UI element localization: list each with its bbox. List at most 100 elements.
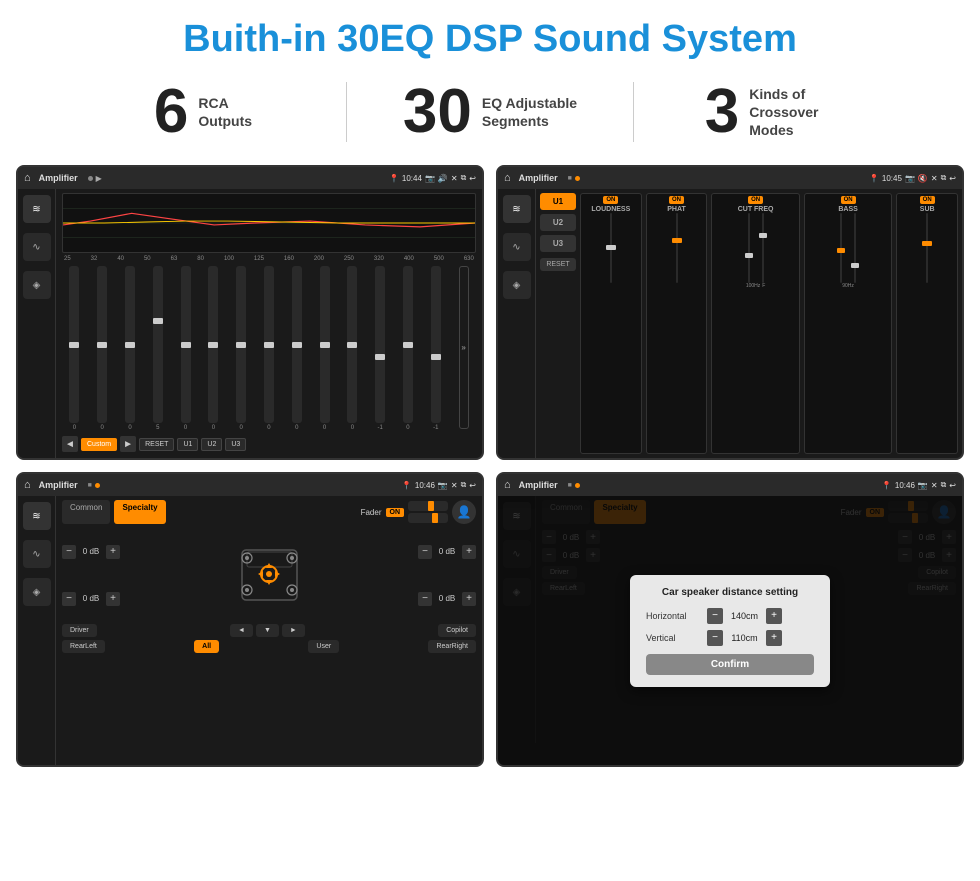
eq-slider-12: -1 bbox=[368, 266, 393, 431]
fader-h-slider-2[interactable] bbox=[408, 513, 448, 523]
eq-slider-handle-4 bbox=[153, 318, 163, 324]
eq-slider-track-3[interactable] bbox=[125, 266, 135, 423]
fader-tab-specialty[interactable]: Specialty bbox=[114, 500, 165, 524]
eq-slider-track-14[interactable] bbox=[431, 266, 441, 423]
fader-down-arrow[interactable]: ▼ bbox=[256, 624, 279, 637]
eq-u2-button[interactable]: U2 bbox=[201, 438, 222, 451]
dialog-vertical-label: Vertical bbox=[646, 633, 701, 643]
eq-slider-track-11[interactable] bbox=[347, 266, 357, 423]
fader-copilot-button[interactable]: Copilot bbox=[438, 624, 476, 637]
fader-left-arrow[interactable]: ◄ bbox=[230, 624, 253, 637]
status-dot-orange bbox=[575, 176, 580, 181]
eq-more-indicator[interactable]: » bbox=[459, 266, 469, 429]
eq-slider-1: 0 bbox=[62, 266, 87, 431]
fader-side-btn-3[interactable]: ◈ bbox=[23, 578, 51, 606]
cutfreq-slider-g bbox=[743, 213, 755, 283]
fader-side-btn-2[interactable]: ∿ bbox=[23, 540, 51, 568]
eq-side-btn-3[interactable]: ◈ bbox=[23, 271, 51, 299]
eq-next-button[interactable]: ► bbox=[120, 436, 136, 452]
eq-u3-button[interactable]: U3 bbox=[225, 438, 246, 451]
crossover-back-icon[interactable]: ↩ bbox=[949, 174, 956, 183]
dialog-back-icon[interactable]: ↩ bbox=[949, 481, 956, 490]
fader-driver-button[interactable]: Driver bbox=[62, 624, 97, 637]
cutfreq-sliders bbox=[743, 213, 769, 283]
crossover-u2-button[interactable]: U2 bbox=[540, 214, 576, 231]
dialog-horizontal-minus[interactable]: − bbox=[707, 608, 723, 624]
dialog-horizontal-stepper: − 140cm + bbox=[707, 608, 782, 624]
eq-u1-button[interactable]: U1 bbox=[177, 438, 198, 451]
eq-slider-track-6[interactable] bbox=[208, 266, 218, 423]
crossover-side-btn-1[interactable]: ≋ bbox=[503, 195, 531, 223]
eq-slider-track-9[interactable] bbox=[292, 266, 302, 423]
fader-right-arrow[interactable]: ► bbox=[282, 624, 305, 637]
eq-custom-button[interactable]: Custom bbox=[81, 438, 117, 451]
fader-vol-br-plus[interactable]: + bbox=[462, 592, 476, 606]
eq-slider-track-4[interactable] bbox=[153, 266, 163, 423]
cutfreq-freq-labels: 100HzF bbox=[746, 283, 766, 289]
fader-rearleft-button[interactable]: RearLeft bbox=[62, 640, 105, 653]
fader-all-button[interactable]: All bbox=[194, 640, 219, 653]
fader-vol-tl-minus[interactable]: − bbox=[62, 545, 76, 559]
bass-on-badge[interactable]: ON bbox=[841, 196, 856, 204]
dialog-home-icon[interactable]: ⌂ bbox=[504, 479, 511, 491]
fader-tab-common[interactable]: Common bbox=[62, 500, 110, 524]
crossover-reset-button[interactable]: RESET bbox=[540, 258, 576, 271]
sub-on-badge[interactable]: ON bbox=[920, 196, 935, 204]
eq-slider-handle-10 bbox=[320, 342, 330, 348]
crossover-home-icon[interactable]: ⌂ bbox=[504, 172, 511, 184]
eq-slider-track-8[interactable] bbox=[264, 266, 274, 423]
fader-vol-tr-minus[interactable]: − bbox=[418, 545, 432, 559]
fader-vol-tr-plus[interactable]: + bbox=[462, 545, 476, 559]
fader-vol-tl-plus[interactable]: + bbox=[106, 545, 120, 559]
eq-slider-handle-3 bbox=[125, 342, 135, 348]
home-icon[interactable]: ⌂ bbox=[24, 172, 31, 184]
fader-vol-bl-minus[interactable]: − bbox=[62, 592, 76, 606]
eq-side-btn-2[interactable]: ∿ bbox=[23, 233, 51, 261]
eq-side-btn-1[interactable]: ≋ bbox=[23, 195, 51, 223]
fader-user-icon-btn[interactable]: 👤 bbox=[452, 500, 476, 524]
fader-h-slider-1[interactable] bbox=[408, 501, 448, 511]
eq-slider-track-5[interactable] bbox=[181, 266, 191, 423]
crossover-side-btn-2[interactable]: ∿ bbox=[503, 233, 531, 261]
fader-back-icon[interactable]: ↩ bbox=[469, 481, 476, 490]
dialog-sound-icon: ✕ bbox=[931, 481, 938, 490]
eq-slider-track-13[interactable] bbox=[403, 266, 413, 423]
fader-toggle-on[interactable]: ON bbox=[386, 508, 405, 517]
dialog-horizontal-plus[interactable]: + bbox=[766, 608, 782, 624]
eq-prev-button[interactable]: ◄ bbox=[62, 436, 78, 452]
back-icon[interactable]: ↩ bbox=[469, 174, 476, 183]
crossover-u1-button[interactable]: U1 bbox=[540, 193, 576, 210]
phat-on-badge[interactable]: ON bbox=[669, 196, 684, 204]
eq-slider-track-7[interactable] bbox=[236, 266, 246, 423]
crossover-side-btn-3[interactable]: ◈ bbox=[503, 271, 531, 299]
eq-slider-11: 0 bbox=[340, 266, 365, 431]
dialog-vertical-minus[interactable]: − bbox=[707, 630, 723, 646]
phat-slider-svg bbox=[667, 213, 687, 283]
eq-slider-8: 0 bbox=[257, 266, 282, 431]
crossover-app-title: Amplifier bbox=[519, 173, 558, 183]
dialog-vertical-row: Vertical − 110cm + bbox=[646, 630, 814, 646]
fader-rearright-button[interactable]: RearRight bbox=[428, 640, 476, 653]
eq-reset-button[interactable]: RESET bbox=[139, 438, 174, 451]
dialog-confirm-button[interactable]: Confirm bbox=[646, 654, 814, 675]
crossover-close-icon: ✕ bbox=[931, 174, 938, 183]
eq-slider-track-10[interactable] bbox=[320, 266, 330, 423]
crossover-u3-button[interactable]: U3 bbox=[540, 235, 576, 252]
cutfreq-on-badge[interactable]: ON bbox=[748, 196, 763, 204]
eq-slider-handle-13 bbox=[403, 342, 413, 348]
eq-slider-track-1[interactable] bbox=[69, 266, 79, 423]
fader-side-btn-1[interactable]: ≋ bbox=[23, 502, 51, 530]
fader-vol-br-minus[interactable]: − bbox=[418, 592, 432, 606]
fader-home-icon[interactable]: ⌂ bbox=[24, 479, 31, 491]
fader-vol-bl-plus[interactable]: + bbox=[106, 592, 120, 606]
dialog-vertical-plus[interactable]: + bbox=[766, 630, 782, 646]
eq-slider-track-12[interactable] bbox=[375, 266, 385, 423]
eq-sliders: 0 0 0 bbox=[62, 264, 476, 433]
stat-eq: 30 EQ AdjustableSegments bbox=[347, 81, 633, 143]
fader-user-button[interactable]: User bbox=[308, 640, 339, 653]
eq-slider-14: -1 bbox=[423, 266, 448, 431]
eq-slider-track-2[interactable] bbox=[97, 266, 107, 423]
bass-sliders bbox=[835, 213, 861, 283]
eq-status-bar: ⌂ Amplifier ▶ 📍 10:44 📷 🔊 ✕ ⧉ ↩ bbox=[18, 167, 482, 189]
loudness-on-badge[interactable]: ON bbox=[603, 196, 618, 204]
